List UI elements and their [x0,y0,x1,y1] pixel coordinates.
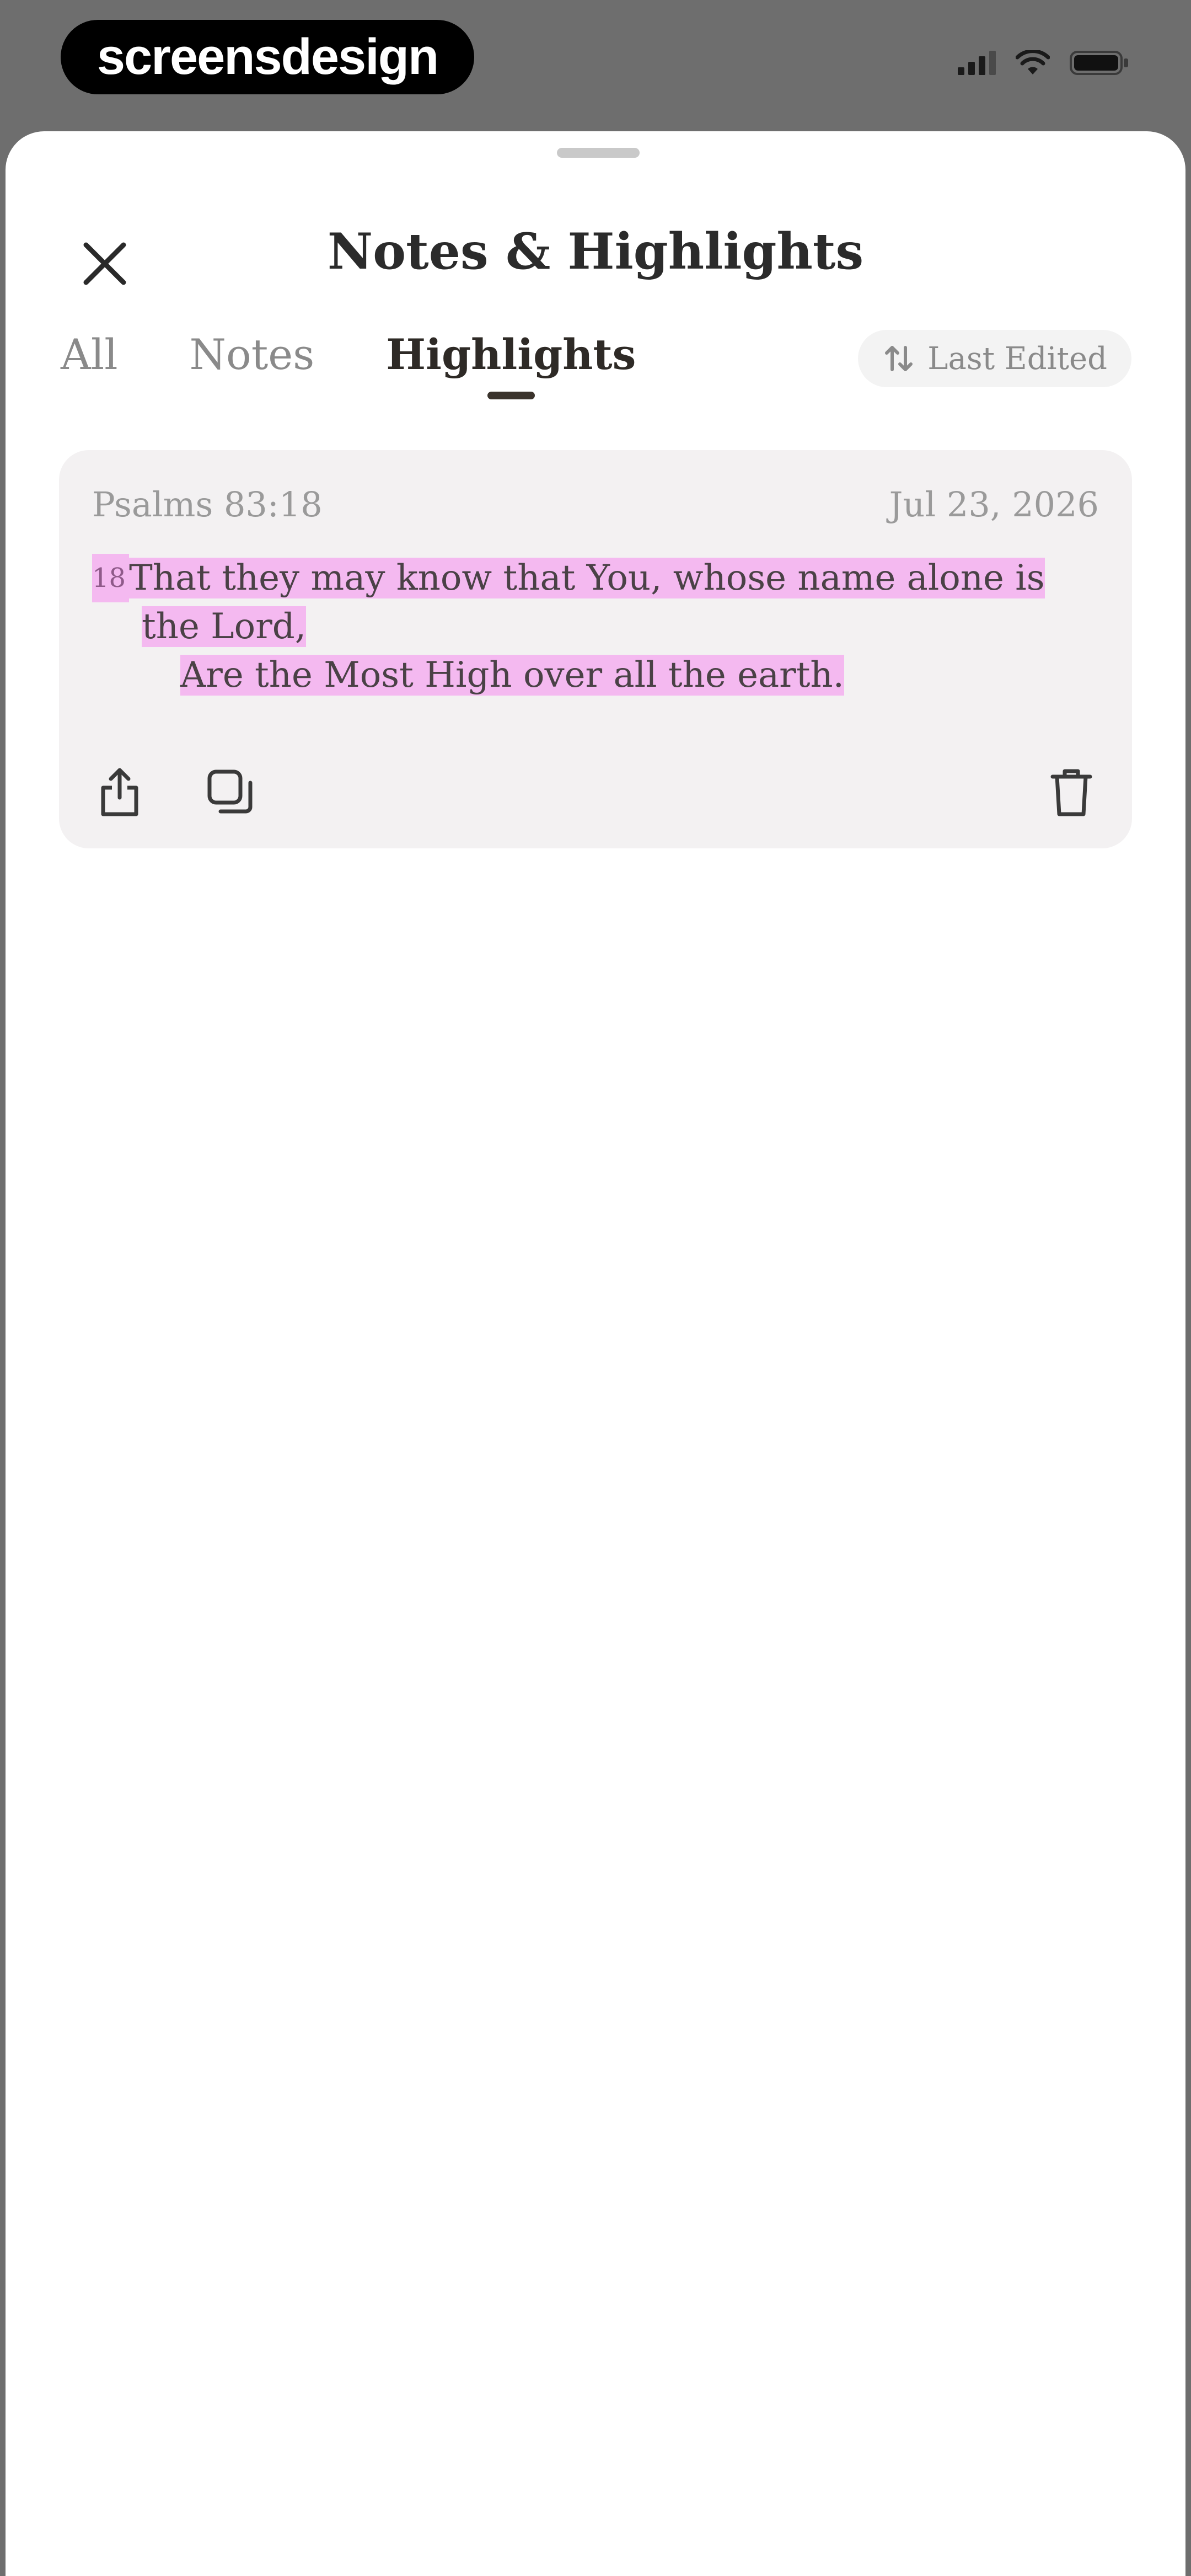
tab-label: Highlights [386,330,636,379]
tab-notes[interactable]: Notes [184,330,320,379]
highlight-date: Jul 23, 2026 [889,484,1099,525]
verse-line: That they may know that You, whose name … [129,558,1045,598]
status-bar: screensdesign [0,0,1191,127]
active-tab-indicator [487,392,535,399]
share-button[interactable] [87,759,153,825]
verse-number: 18 [92,554,130,602]
verse-line: the Lord, [142,606,307,647]
copy-button[interactable] [197,759,263,825]
delete-button[interactable] [1038,759,1104,825]
tab-label: All [61,330,118,379]
sheet-grabber[interactable] [557,148,640,158]
cellular-signal-icon [958,51,996,75]
sort-button[interactable]: Last Edited [858,330,1131,387]
tab-all[interactable]: All [55,330,124,379]
card-actions [59,759,1132,825]
notes-highlights-sheet: Notes & Highlights All Notes Highlights … [6,131,1185,2576]
filter-tabs: All Notes Highlights [55,330,641,413]
copy-icon [207,769,253,814]
wifi-icon [1016,50,1050,76]
trash-icon [1050,769,1092,816]
brand-badge: screensdesign [61,20,474,94]
sort-label: Last Edited [927,340,1107,377]
share-icon [101,768,138,816]
status-icons [958,50,1130,76]
verse-reference: Psalms 83:18 [92,484,323,525]
tab-label: Notes [189,330,315,379]
tab-highlights[interactable]: Highlights [380,330,641,399]
highlight-card[interactable]: Psalms 83:18 Jul 23, 2026 18That they ma… [59,450,1132,848]
battery-icon [1070,50,1130,76]
sheet-title: Notes & Highlights [327,222,864,281]
sort-arrows-icon [885,346,913,371]
verse-line: Are the Most High over all the earth. [180,655,844,696]
highlighted-verse: 18That they may know that You, whose nam… [92,554,1101,699]
